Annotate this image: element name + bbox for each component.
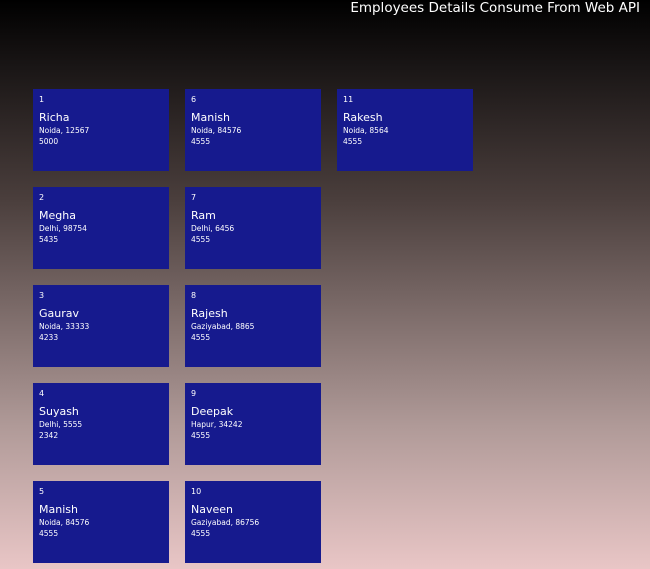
employee-name: Ram xyxy=(191,209,216,222)
employee-id: 6 xyxy=(191,95,197,104)
employee-id: 10 xyxy=(191,487,202,496)
employee-id: 3 xyxy=(39,291,45,300)
employee-tile[interactable]: 9 Deepak Hapur, 34242 4555 xyxy=(185,383,321,465)
employee-address: Delhi, 5555 xyxy=(39,420,83,429)
employee-name: Rakesh xyxy=(343,111,383,124)
employee-salary: 2342 xyxy=(39,431,59,440)
employee-salary: 4233 xyxy=(39,333,59,342)
employee-salary: 4555 xyxy=(191,529,211,538)
employee-salary: 4555 xyxy=(191,235,211,244)
employee-name: Rajesh xyxy=(191,307,228,320)
employee-address: Noida, 12567 xyxy=(39,126,90,135)
employee-salary: 5435 xyxy=(39,235,59,244)
employee-salary: 4555 xyxy=(343,137,363,146)
employee-id: 11 xyxy=(343,95,354,104)
employee-id: 9 xyxy=(191,389,197,398)
employee-tile[interactable]: 1 Richa Noida, 12567 5000 xyxy=(33,89,169,171)
employee-salary: 4555 xyxy=(39,529,59,538)
employee-address: Noida, 84576 xyxy=(39,518,90,527)
employee-tile[interactable]: 6 Manish Noida, 84576 4555 xyxy=(185,89,321,171)
employee-tile[interactable]: 3 Gaurav Noida, 33333 4233 xyxy=(33,285,169,367)
employee-id: 2 xyxy=(39,193,45,202)
employee-name: Manish xyxy=(191,111,230,124)
employee-address: Hapur, 34242 xyxy=(191,420,243,429)
employee-name: Gaurav xyxy=(39,307,80,320)
employee-tile[interactable]: 5 Manish Noida, 84576 4555 xyxy=(33,481,169,563)
employee-name: Naveen xyxy=(191,503,233,516)
employee-id: 1 xyxy=(39,95,45,104)
employee-name: Richa xyxy=(39,111,70,124)
employee-tile[interactable]: 11 Rakesh Noida, 8564 4555 xyxy=(337,89,473,171)
employee-id: 5 xyxy=(39,487,45,496)
employee-tile[interactable]: 10 Naveen Gaziyabad, 86756 4555 xyxy=(185,481,321,563)
employee-name: Deepak xyxy=(191,405,234,418)
employee-tile[interactable]: 2 Megha Delhi, 98754 5435 xyxy=(33,187,169,269)
employee-name: Megha xyxy=(39,209,76,222)
employee-salary: 4555 xyxy=(191,431,211,440)
employee-tile[interactable]: 8 Rajesh Gaziyabad, 8865 4555 xyxy=(185,285,321,367)
employee-address: Noida, 33333 xyxy=(39,322,90,331)
employee-tile[interactable]: 4 Suyash Delhi, 5555 2342 xyxy=(33,383,169,465)
employee-id: 4 xyxy=(39,389,45,398)
employee-id: 8 xyxy=(191,291,197,300)
employee-name: Suyash xyxy=(39,405,79,418)
employee-address: Noida, 8564 xyxy=(343,126,389,135)
employee-tile[interactable]: 7 Ram Delhi, 6456 4555 xyxy=(185,187,321,269)
employee-salary: 4555 xyxy=(191,333,211,342)
page-title: Employees Details Consume From Web API xyxy=(350,0,640,16)
employee-salary: 5000 xyxy=(39,137,59,146)
employee-address: Gaziyabad, 86756 xyxy=(191,518,260,527)
employee-salary: 4555 xyxy=(191,137,211,146)
employee-address: Gaziyabad, 8865 xyxy=(191,322,255,331)
employee-grid: 1 Richa Noida, 12567 5000 2 Megha Delhi, 98754… xyxy=(33,89,473,563)
employee-address: Delhi, 98754 xyxy=(39,224,87,233)
employee-address: Delhi, 6456 xyxy=(191,224,235,233)
employee-address: Noida, 84576 xyxy=(191,126,242,135)
employee-name: Manish xyxy=(39,503,78,516)
employee-id: 7 xyxy=(191,193,197,202)
